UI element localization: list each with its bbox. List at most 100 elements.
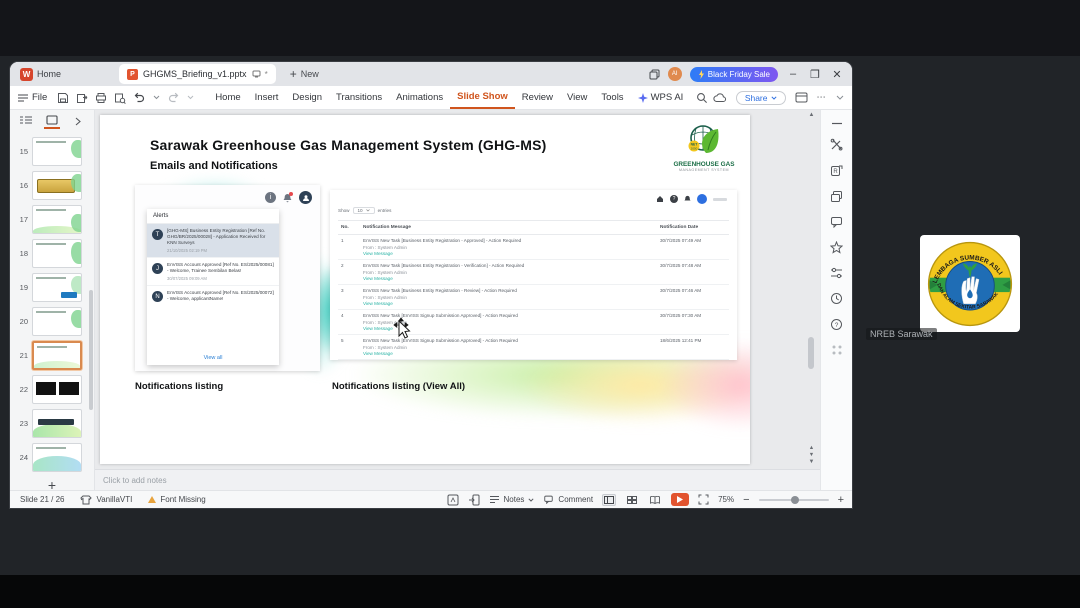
windows-stack-icon[interactable] <box>649 69 660 80</box>
panel-scrollbar[interactable] <box>89 290 93 410</box>
file-menu[interactable]: File <box>18 92 47 103</box>
expand-panel-icon[interactable] <box>70 113 86 129</box>
print-preview-icon[interactable] <box>114 92 127 104</box>
font-missing-warning[interactable]: Font Missing <box>148 495 206 504</box>
tab-tools[interactable]: Tools <box>594 86 630 109</box>
minimize-button[interactable]: – <box>786 68 800 80</box>
share-button[interactable]: Share <box>735 90 786 105</box>
tab-view[interactable]: View <box>560 86 594 109</box>
slide-thumb-row[interactable]: 15 <box>10 137 90 166</box>
help-circle-icon[interactable]: ? <box>830 318 843 331</box>
scroll-up-icon[interactable]: ▲ <box>806 112 817 118</box>
slideshow-play-button[interactable] <box>671 493 690 506</box>
alert-item[interactable]: N EnVISS Account Approved [Ref No. ES/20… <box>147 286 279 306</box>
tab-home[interactable]: Home <box>208 86 247 109</box>
view-message-link[interactable]: View Message <box>363 251 654 256</box>
undo-icon[interactable] <box>133 92 146 103</box>
promo-button[interactable]: Black Friday Sale <box>689 66 778 82</box>
slide-sorter-view-button[interactable] <box>625 494 639 506</box>
slide-thumbnail-selected[interactable] <box>32 341 82 370</box>
resume-assistant-icon[interactable]: R <box>830 164 843 177</box>
exit-view-icon[interactable] <box>468 494 480 506</box>
notes-bar[interactable]: Click to add notes <box>95 469 820 490</box>
tab-wps-ai[interactable]: WPS AI <box>631 92 691 103</box>
tab-transitions[interactable]: Transitions <box>329 86 389 109</box>
slide-thumbnail[interactable] <box>32 443 82 472</box>
slide-thumbnail[interactable] <box>32 239 82 268</box>
ribbon-layout-icon[interactable] <box>795 92 808 103</box>
slide-thumb-row[interactable]: 19 <box>10 273 90 302</box>
participant-video-tile[interactable]: LEMBAGA SUMBER ASLI DAN ALAM SEKITAR SAR… <box>920 235 1020 332</box>
redo-dropdown-icon[interactable] <box>187 95 194 100</box>
star-icon[interactable] <box>830 241 843 254</box>
slide-thumb-row[interactable]: 18 <box>10 239 90 268</box>
print-icon[interactable] <box>95 92 107 104</box>
slide-view-icon[interactable] <box>44 113 60 129</box>
current-slide[interactable]: Sarawak Greenhouse Gas Management System… <box>100 115 750 464</box>
redo-icon[interactable] <box>167 92 180 103</box>
undo-dropdown-icon[interactable] <box>153 95 160 100</box>
view-message-link[interactable]: View Message <box>363 276 654 281</box>
slide-thumbnail[interactable] <box>32 307 82 336</box>
slide-thumbnail[interactable] <box>32 137 82 166</box>
slide-thumb-row[interactable]: 24 <box>10 443 90 472</box>
slide-thumb-row[interactable]: 23 <box>10 409 90 438</box>
canvas-scrollbar[interactable]: ▲ ▲ ▼ ▼ <box>806 112 817 467</box>
new-tab-button[interactable]: + New <box>290 67 319 81</box>
slide-thumb-row[interactable]: 16 <box>10 171 90 200</box>
zoom-level[interactable]: 75% <box>718 495 734 504</box>
slide-thumb-row[interactable]: 20 <box>10 307 90 336</box>
view-message-link[interactable]: View Message <box>363 301 654 306</box>
collapse-ribbon-icon[interactable] <box>836 95 844 100</box>
theme-indicator[interactable]: VanillaVTI <box>80 495 132 505</box>
history-clock-icon[interactable] <box>830 292 843 305</box>
fullscreen-icon[interactable] <box>698 494 709 505</box>
outline-view-icon[interactable] <box>18 113 34 129</box>
export-icon[interactable] <box>76 92 88 104</box>
tab-review[interactable]: Review <box>515 86 560 109</box>
close-button[interactable]: ✕ <box>830 68 844 81</box>
tab-design[interactable]: Design <box>285 86 329 109</box>
view-message-link[interactable]: View Message <box>363 351 654 356</box>
more-options-icon[interactable]: ⋯ <box>817 92 828 103</box>
tools-icon[interactable] <box>830 138 843 151</box>
restore-button[interactable]: ❐ <box>808 68 822 81</box>
layers-icon[interactable] <box>830 190 843 203</box>
slide-thumbnail[interactable] <box>32 171 82 200</box>
entries-select[interactable]: 10 <box>352 207 375 214</box>
slide-thumb-row[interactable]: 22 <box>10 375 90 404</box>
save-icon[interactable] <box>57 92 69 104</box>
scroll-down-icon[interactable]: ▼ <box>809 459 815 465</box>
collapse-sidebar-icon[interactable] <box>831 122 843 125</box>
home-tab[interactable]: W Home <box>10 62 71 86</box>
search-icon[interactable] <box>696 92 708 104</box>
normal-view-button[interactable] <box>602 493 617 506</box>
slide-thumb-row[interactable]: 21 <box>10 341 90 370</box>
device-sync-icon[interactable] <box>252 70 261 78</box>
slide-thumbnail[interactable] <box>32 273 82 302</box>
zoom-slider[interactable] <box>758 495 829 504</box>
next-slide-icon[interactable]: ▼ <box>809 452 814 458</box>
document-tab[interactable]: P GHGMS_Briefing_v1.pptx * <box>119 64 276 84</box>
alert-item[interactable]: T [GHG-MS] Business Entity Registration … <box>147 224 279 258</box>
slide-thumb-row[interactable]: 17 <box>10 205 90 234</box>
tab-animations[interactable]: Animations <box>389 86 450 109</box>
reading-view-button[interactable] <box>648 494 662 506</box>
account-avatar[interactable]: AI <box>667 67 682 81</box>
tab-slide-show[interactable]: Slide Show <box>450 86 515 109</box>
settings-sliders-icon[interactable] <box>830 267 843 279</box>
slide-panel-toggle-icon[interactable] <box>447 494 459 506</box>
zoom-in-button[interactable]: + <box>838 494 844 506</box>
apps-grid-icon[interactable] <box>831 344 843 356</box>
alert-item[interactable]: J EnVISS Account Approved [Ref No. ES/20… <box>147 258 279 286</box>
view-all-link[interactable]: View all <box>147 351 279 365</box>
prev-slide-icon[interactable]: ▲ <box>809 445 814 451</box>
cloud-sync-icon[interactable] <box>713 92 727 103</box>
slide-thumbnail[interactable] <box>32 409 82 438</box>
slide-thumbnail[interactable] <box>32 205 82 234</box>
tab-insert[interactable]: Insert <box>248 86 286 109</box>
slide-thumbnail[interactable] <box>32 375 82 404</box>
comment-toggle[interactable]: Comment <box>543 495 593 504</box>
zoom-slider-knob[interactable] <box>790 495 799 504</box>
comment-icon[interactable] <box>830 216 843 228</box>
